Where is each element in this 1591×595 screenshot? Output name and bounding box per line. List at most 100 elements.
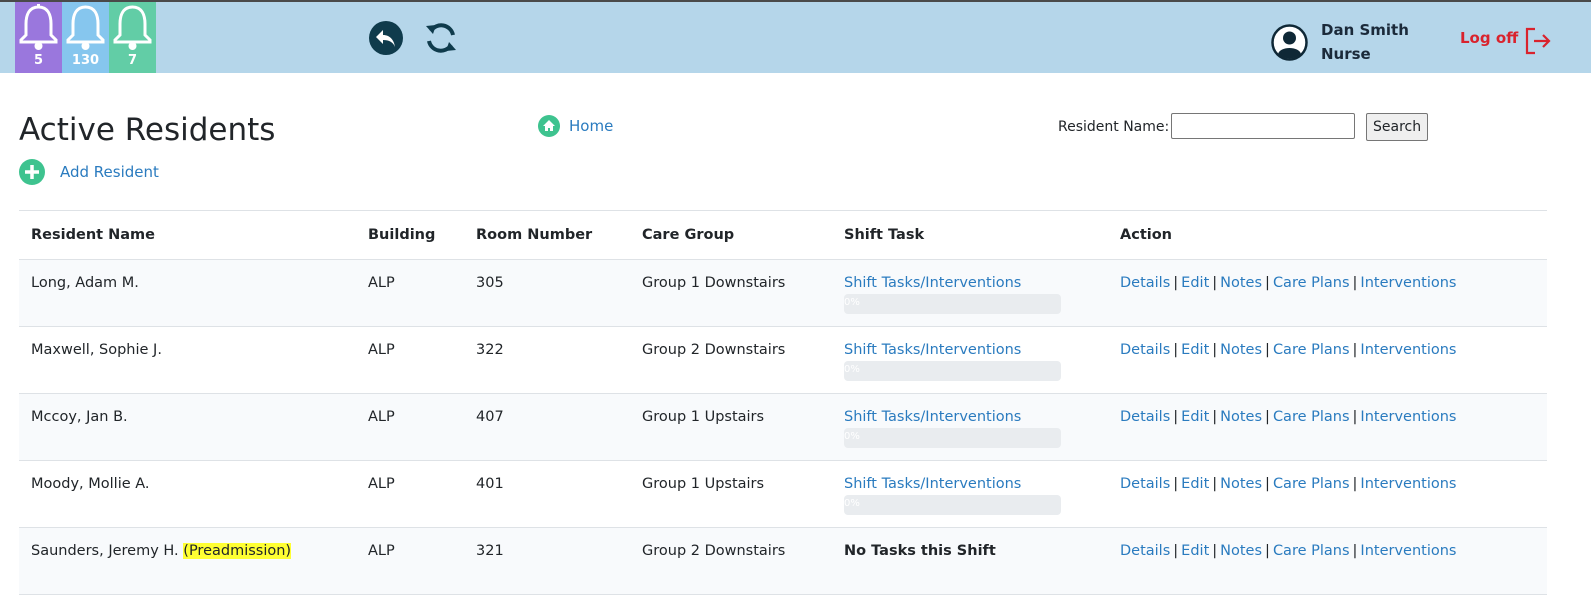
care-group: Group 2 Downstairs — [630, 527, 832, 595]
action-cell: Details | Edit | Notes | Care Plans | Interventi… — [1108, 460, 1547, 528]
top-bar: 5 130 7 Dan Smith Nurse Log off — [0, 2, 1591, 73]
interventions-link[interactable]: Interventions — [1360, 543, 1456, 559]
details-link[interactable]: Details — [1120, 476, 1170, 492]
room-number: 305 — [464, 259, 630, 327]
task-progress-bar: 0% — [844, 428, 1061, 448]
col-resident-name: Resident Name — [19, 210, 356, 260]
notes-link[interactable]: Notes — [1220, 275, 1262, 291]
interventions-link[interactable]: Interventions — [1360, 342, 1456, 358]
progress-label: 0% — [844, 297, 860, 308]
details-link[interactable]: Details — [1120, 275, 1170, 291]
shift-tasks-link[interactable]: Shift Tasks/Interventions — [844, 342, 1096, 358]
edit-link[interactable]: Edit — [1181, 409, 1209, 425]
details-link[interactable]: Details — [1120, 543, 1170, 559]
care-group: Group 2 Downstairs — [630, 326, 832, 394]
action-cell: Details | Edit | Notes | Care Plans | Interventi… — [1108, 326, 1547, 394]
user-name: Dan Smith — [1321, 21, 1409, 39]
care-plans-link[interactable]: Care Plans — [1273, 275, 1350, 291]
shift-task-cell: Shift Tasks/Interventions 0% — [832, 393, 1108, 461]
col-shift-task: Shift Task — [832, 210, 1108, 260]
care-group: Group 1 Downstairs — [630, 259, 832, 327]
table-row: Maxwell, Sophie J. ALP 322 Group 2 Downs… — [19, 326, 1547, 394]
add-resident-label: Add Resident — [60, 163, 159, 181]
home-label: Home — [569, 117, 614, 135]
home-icon — [538, 115, 560, 137]
care-plans-link[interactable]: Care Plans — [1273, 409, 1350, 425]
details-link[interactable]: Details — [1120, 409, 1170, 425]
search-label: Resident Name: — [1058, 119, 1170, 135]
building: ALP — [356, 527, 464, 595]
plus-circle-icon — [19, 159, 45, 185]
notification-bell-blue[interactable]: 130 — [62, 2, 109, 73]
room-number: 407 — [464, 393, 630, 461]
user-avatar-icon — [1271, 24, 1308, 61]
room-number: 322 — [464, 326, 630, 394]
bell-icon — [19, 4, 58, 50]
details-link[interactable]: Details — [1120, 342, 1170, 358]
page-title: Active Residents — [19, 112, 276, 148]
no-tasks-text: No Tasks this Shift — [832, 527, 1108, 595]
edit-link[interactable]: Edit — [1181, 476, 1209, 492]
task-progress-bar: 0% — [844, 495, 1061, 515]
shift-tasks-link[interactable]: Shift Tasks/Interventions — [844, 476, 1096, 492]
col-room-number: Room Number — [464, 210, 630, 260]
action-cell: Details | Edit | Notes | Care Plans | Interventi… — [1108, 259, 1547, 327]
edit-link[interactable]: Edit — [1181, 342, 1209, 358]
task-progress-bar: 0% — [844, 361, 1061, 381]
notification-count: 5 — [33, 53, 44, 68]
bell-icon — [66, 5, 105, 50]
resident-name-cell: Saunders, Jeremy H. (Preadmission) — [19, 527, 356, 595]
home-link[interactable]: Home — [538, 115, 613, 137]
resident-name: Mccoy, Jan B. — [19, 393, 356, 461]
building: ALP — [356, 460, 464, 528]
care-plans-link[interactable]: Care Plans — [1273, 543, 1350, 559]
col-care-group: Care Group — [630, 210, 832, 260]
resident-name: Maxwell, Sophie J. — [19, 326, 356, 394]
notes-link[interactable]: Notes — [1220, 409, 1262, 425]
resident-name-search-input[interactable] — [1171, 113, 1355, 139]
notes-link[interactable]: Notes — [1220, 543, 1262, 559]
shift-tasks-link[interactable]: Shift Tasks/Interventions — [844, 275, 1096, 291]
notification-bell-green[interactable]: 7 — [109, 2, 156, 73]
table-header-row: Resident Name Building Room Number Care … — [19, 210, 1547, 260]
preadmission-tag: (Preadmission) — [183, 543, 292, 559]
action-cell: Details | Edit | Notes | Care Plans | Interventi… — [1108, 527, 1547, 595]
care-plans-link[interactable]: Care Plans — [1273, 476, 1350, 492]
shift-tasks-link[interactable]: Shift Tasks/Interventions — [844, 409, 1096, 425]
room-number: 401 — [464, 460, 630, 528]
interventions-link[interactable]: Interventions — [1360, 275, 1456, 291]
add-resident-link[interactable]: Add Resident — [19, 159, 159, 185]
shift-task-cell: Shift Tasks/Interventions 0% — [832, 460, 1108, 528]
bell-icon — [113, 5, 152, 50]
care-group: Group 1 Upstairs — [630, 393, 832, 461]
shift-task-cell: Shift Tasks/Interventions 0% — [832, 326, 1108, 394]
edit-link[interactable]: Edit — [1181, 543, 1209, 559]
room-number: 321 — [464, 527, 630, 595]
building: ALP — [356, 326, 464, 394]
building: ALP — [356, 393, 464, 461]
notification-bell-purple[interactable]: 5 — [15, 2, 62, 73]
interventions-link[interactable]: Interventions — [1360, 409, 1456, 425]
table-row: Long, Adam M. ALP 305 Group 1 Downstairs… — [19, 259, 1547, 327]
progress-label: 0% — [844, 498, 860, 509]
edit-link[interactable]: Edit — [1181, 275, 1209, 291]
interventions-link[interactable]: Interventions — [1360, 476, 1456, 492]
col-building: Building — [356, 210, 464, 260]
logout-icon[interactable] — [1524, 26, 1552, 56]
resident-name: Long, Adam M. — [19, 259, 356, 327]
task-progress-bar: 0% — [844, 294, 1061, 314]
table-row: Saunders, Jeremy H. (Preadmission) ALP 3… — [19, 527, 1547, 595]
notes-link[interactable]: Notes — [1220, 342, 1262, 358]
search-button[interactable]: Search — [1366, 113, 1428, 141]
notification-count: 7 — [127, 53, 138, 68]
notes-link[interactable]: Notes — [1220, 476, 1262, 492]
back-icon[interactable] — [368, 20, 404, 56]
refresh-icon[interactable] — [423, 20, 459, 56]
logoff-link[interactable]: Log off — [1460, 29, 1518, 47]
care-plans-link[interactable]: Care Plans — [1273, 342, 1350, 358]
building: ALP — [356, 259, 464, 327]
action-cell: Details | Edit | Notes | Care Plans | Interventi… — [1108, 393, 1547, 461]
progress-label: 0% — [844, 364, 860, 375]
col-action: Action — [1108, 210, 1547, 260]
resident-name: Moody, Mollie A. — [19, 460, 356, 528]
